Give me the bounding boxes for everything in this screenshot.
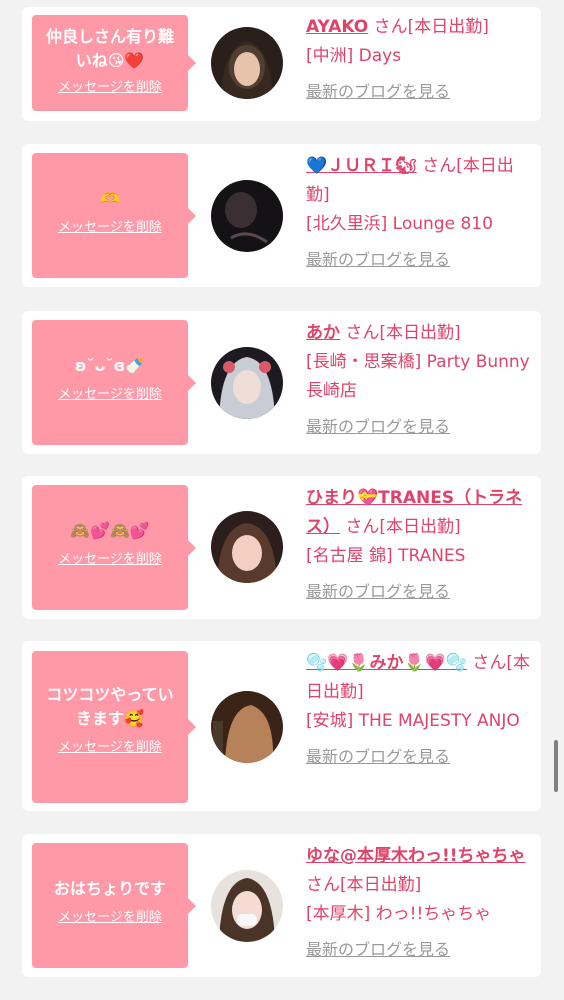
message-text: 🙈💕🙈💕 bbox=[70, 521, 150, 540]
cast-name-link[interactable]: AYAKO bbox=[306, 17, 368, 37]
message-text: 🫶 bbox=[100, 189, 120, 208]
profile-photo-icon bbox=[211, 180, 283, 252]
delete-message-link[interactable]: メッセージを削除 bbox=[40, 739, 180, 757]
delete-message-link[interactable]: メッセージを削除 bbox=[40, 79, 180, 97]
shop-name: [長崎・思案橋] Party Bunny 長崎店 bbox=[306, 352, 530, 401]
shop-name: [名古屋 錦] TRANES bbox=[306, 546, 466, 566]
cast-status: さん[本日出勤] bbox=[373, 17, 489, 37]
cast-name-link[interactable]: 🫧💗🌷みか🌷💗🫧 bbox=[306, 653, 467, 673]
list-item: 仲良しさん有り難いね😘❤️ メッセージを削除 AYAKO さん[本日出勤] [中… bbox=[22, 7, 541, 121]
cast-name-link[interactable]: あか bbox=[306, 323, 340, 343]
message-bubble: 🫶 メッセージを削除 bbox=[32, 153, 196, 278]
list-item: ʚ˘ᴗ˘ɞ🍼 メッセージを削除 あか さん[本日出勤] [長崎・思案橋] Par… bbox=[22, 311, 541, 454]
cast-info: あか さん[本日出勤] [長崎・思案橋] Party Bunny 長崎店 最新の… bbox=[306, 319, 532, 441]
cast-info: ひまり💝TRANES（トラネス） さん[本日出勤] [名古屋 錦] TRANES… bbox=[306, 484, 532, 606]
avatar[interactable] bbox=[211, 27, 283, 99]
latest-blog-link[interactable]: 最新のブログを見る bbox=[306, 935, 532, 964]
profile-photo-icon bbox=[211, 870, 283, 942]
latest-blog-link[interactable]: 最新のブログを見る bbox=[306, 412, 532, 441]
shop-name: [北久里浜] Lounge 810 bbox=[306, 214, 493, 234]
cast-name-link[interactable]: ゆな@本厚木わっ!!ちゃちゃ bbox=[306, 846, 526, 866]
cast-info: 🫧💗🌷みか🌷💗🫧 さん[本日出勤] [安城] THE MAJESTY ANJO … bbox=[306, 649, 532, 771]
message-bubble: おはちょりです メッセージを削除 bbox=[32, 843, 196, 968]
delete-message-link[interactable]: メッセージを削除 bbox=[40, 909, 180, 927]
list-item: おはちょりです メッセージを削除 ゆな@本厚木わっ!!ちゃちゃ さん[本日出勤]… bbox=[22, 834, 541, 977]
scrollbar[interactable] bbox=[554, 740, 558, 792]
message-bubble: コツコツやっていきます🥰 メッセージを削除 bbox=[32, 651, 196, 803]
message-bubble: 仲良しさん有り難いね😘❤️ メッセージを削除 bbox=[32, 15, 196, 111]
cast-status: さん[本日出勤] bbox=[345, 517, 461, 537]
message-bubble: 🙈💕🙈💕 メッセージを削除 bbox=[32, 485, 196, 610]
list-item: 🫶 メッセージを削除 💙ＪＵＲＩ🐿 さん[本日出勤] [北久里浜] Lounge… bbox=[22, 144, 541, 287]
cast-info: AYAKO さん[本日出勤] [中洲] Days 最新のブログを見る bbox=[306, 13, 532, 106]
message-list: 仲良しさん有り難いね😘❤️ メッセージを削除 AYAKO さん[本日出勤] [中… bbox=[0, 0, 564, 1000]
avatar[interactable] bbox=[211, 180, 283, 252]
delete-message-link[interactable]: メッセージを削除 bbox=[40, 386, 180, 404]
cast-info: ゆな@本厚木わっ!!ちゃちゃ さん[本日出勤] [本厚木] わっ!!ちゃちゃ 最… bbox=[306, 842, 532, 964]
latest-blog-link[interactable]: 最新のブログを見る bbox=[306, 742, 532, 771]
latest-blog-link[interactable]: 最新のブログを見る bbox=[306, 577, 532, 606]
message-text: おはちょりです bbox=[53, 879, 166, 898]
latest-blog-link[interactable]: 最新のブログを見る bbox=[306, 77, 532, 106]
shop-name: [安城] THE MAJESTY ANJO bbox=[306, 711, 520, 731]
delete-message-link[interactable]: メッセージを削除 bbox=[40, 219, 180, 237]
profile-photo-icon bbox=[211, 347, 283, 419]
message-text: ʚ˘ᴗ˘ɞ🍼 bbox=[74, 356, 146, 375]
profile-photo-icon bbox=[211, 511, 283, 583]
shop-name: [本厚木] わっ!!ちゃちゃ bbox=[306, 904, 492, 924]
message-text: 仲良しさん有り難いね😘❤️ bbox=[45, 27, 174, 70]
shop-name: [中洲] Days bbox=[306, 46, 402, 66]
profile-photo-icon bbox=[211, 27, 283, 99]
latest-blog-link[interactable]: 最新のブログを見る bbox=[306, 245, 532, 274]
avatar[interactable] bbox=[211, 511, 283, 583]
cast-status: さん[本日出勤] bbox=[345, 323, 461, 343]
cast-name-link[interactable]: 💙ＪＵＲＩ🐿 bbox=[306, 156, 417, 176]
message-text: コツコツやっていきます🥰 bbox=[46, 685, 174, 728]
delete-message-link[interactable]: メッセージを削除 bbox=[40, 551, 180, 569]
avatar[interactable] bbox=[211, 691, 283, 763]
list-item: コツコツやっていきます🥰 メッセージを削除 🫧💗🌷みか🌷💗🫧 さん[本日出勤] … bbox=[22, 641, 541, 811]
avatar[interactable] bbox=[211, 347, 283, 419]
avatar[interactable] bbox=[211, 870, 283, 942]
cast-status: さん[本日出勤] bbox=[306, 875, 422, 895]
message-bubble: ʚ˘ᴗ˘ɞ🍼 メッセージを削除 bbox=[32, 320, 196, 445]
profile-photo-icon bbox=[211, 691, 283, 763]
list-item: 🙈💕🙈💕 メッセージを削除 ひまり💝TRANES（トラネス） さん[本日出勤] … bbox=[22, 476, 541, 619]
cast-info: 💙ＪＵＲＩ🐿 さん[本日出勤] [北久里浜] Lounge 810 最新のブログ… bbox=[306, 152, 532, 274]
